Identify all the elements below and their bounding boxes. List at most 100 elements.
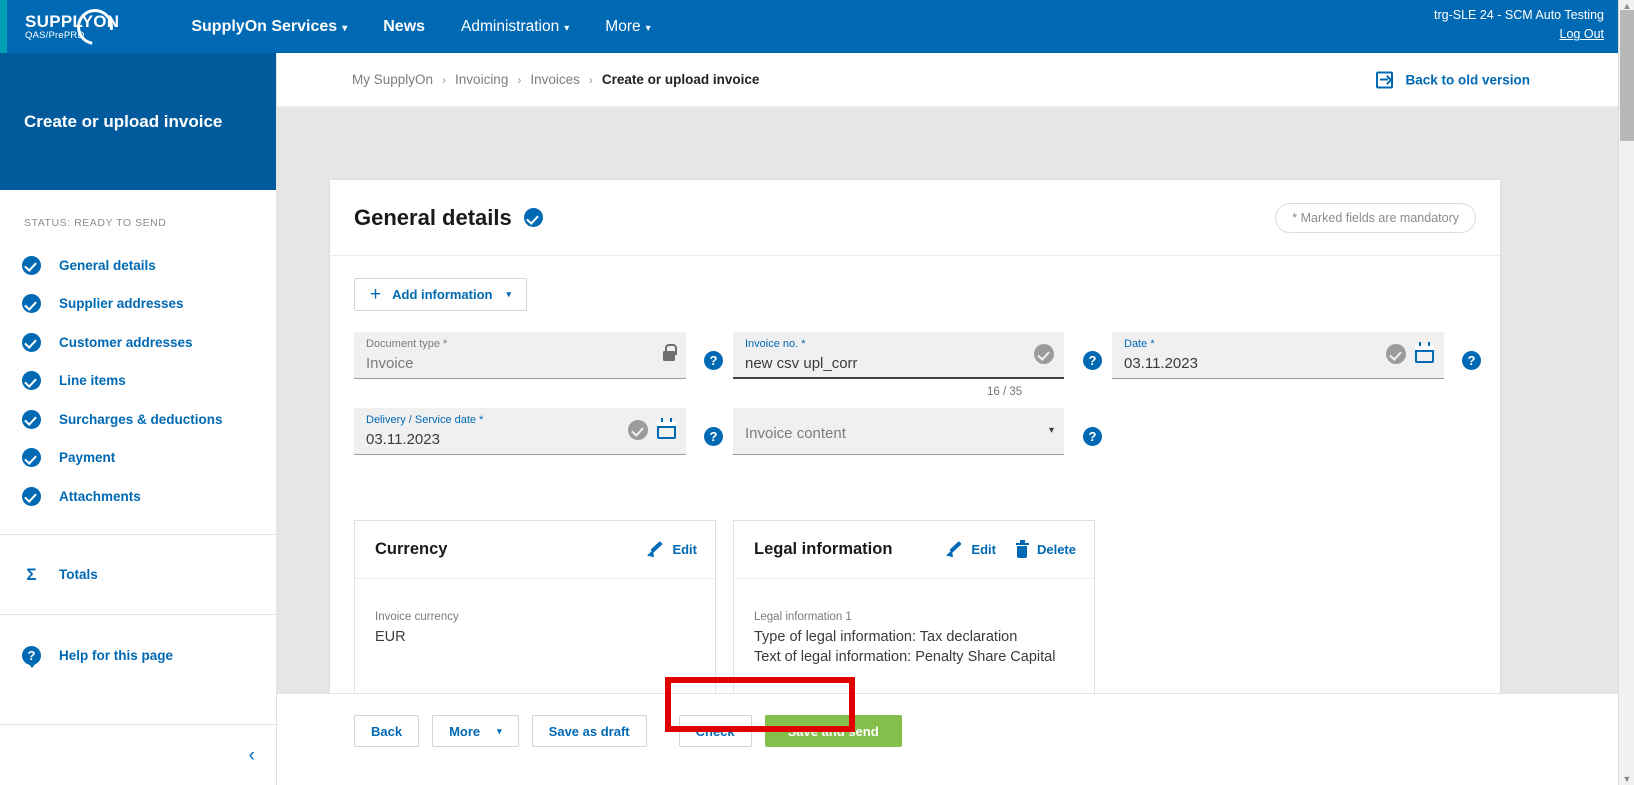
date-field[interactable]: Date * 03.11.2023	[1112, 332, 1444, 379]
check-circle-icon	[22, 409, 41, 429]
nav-label: Administration	[461, 17, 560, 35]
legal-card-header: Legal information Edit Delete	[734, 521, 1094, 579]
invoice-no-field[interactable]: Invoice no. * new csv upl_corr	[733, 332, 1064, 379]
legal-card-actions: Edit Delete	[947, 540, 1076, 558]
sidebar-item-label: Attachments	[59, 488, 141, 504]
nav-item-more[interactable]: More ▾	[587, 18, 668, 36]
sidebar-item-help[interactable]: ? Help for this page	[0, 636, 276, 675]
nav-item-supplyon-services[interactable]: SupplyOn Services ▾	[173, 18, 365, 36]
chevron-left-icon[interactable]: ‹	[249, 746, 255, 765]
breadcrumb-separator: ›	[442, 72, 447, 87]
sidebar-item-label: Surcharges & deductions	[59, 411, 223, 427]
sidebar-item-payment[interactable]: Payment	[0, 439, 276, 478]
nav-item-news[interactable]: News	[365, 18, 443, 36]
breadcrumb-item-invoices[interactable]: Invoices	[530, 72, 580, 87]
document-type-value: Invoice	[366, 355, 414, 372]
add-information-button[interactable]: + Add information ▾	[354, 278, 528, 311]
sidebar-collapse-row: ‹	[0, 730, 277, 785]
supplyon-logo[interactable]: SUPPLYON QAS/PrePRD	[25, 1, 121, 52]
invoice-no-char-counter: 16 / 35	[987, 386, 1023, 398]
help-icon-invoice-content[interactable]: ?	[1083, 427, 1102, 446]
nav-label: SupplyOn Services	[191, 17, 338, 35]
sidebar-help-group: ? Help for this page	[0, 615, 276, 675]
legal-edit-label: Edit	[971, 542, 996, 557]
plus-icon: +	[370, 284, 382, 305]
sidebar: Create or upload invoice STATUS: READY T…	[0, 53, 277, 785]
check-circle-icon	[22, 448, 41, 468]
legal-card-body: Legal information 1 Type of legal inform…	[734, 579, 1094, 667]
save-as-draft-button[interactable]: Save as draft	[531, 715, 647, 747]
back-to-old-version-link[interactable]: Back to old version	[1376, 71, 1530, 88]
pencil-icon	[648, 542, 664, 558]
help-icon-delivery-date[interactable]: ?	[704, 427, 723, 446]
legal-information-label: Legal information 1	[754, 611, 852, 623]
check-button[interactable]: Check	[678, 715, 752, 747]
valid-check-icon	[628, 420, 648, 440]
section-complete-check-icon	[523, 208, 543, 227]
vertical-scrollbar[interactable]: ▲ ▼	[1618, 0, 1634, 785]
legal-information-line1: Type of legal information: Tax declarati…	[754, 629, 1018, 645]
legal-delete-button[interactable]: Delete	[1015, 540, 1076, 558]
sidebar-item-customer-addresses[interactable]: Customer addresses	[0, 323, 276, 362]
sidebar-item-attachments[interactable]: Attachments	[0, 477, 276, 516]
scroll-down-arrow-icon[interactable]: ▼	[1619, 773, 1634, 785]
logout-link[interactable]: Log Out	[1434, 25, 1604, 44]
currency-edit-button[interactable]: Edit	[648, 542, 697, 558]
save-and-send-button[interactable]: Save and send	[764, 715, 902, 747]
help-icon-document-type[interactable]: ?	[704, 351, 723, 370]
breadcrumb-item-my-supplyon[interactable]: My SupplyOn	[352, 72, 433, 87]
trash-icon	[1015, 540, 1029, 558]
help-icon-date[interactable]: ?	[1462, 351, 1481, 370]
legal-card-title: Legal information	[754, 540, 893, 558]
mandatory-fields-note: * Marked fields are mandatory	[1275, 202, 1476, 233]
currency-card-actions: Edit	[648, 542, 697, 558]
sidebar-nav-list: General details Supplier addresses Custo…	[0, 229, 276, 516]
chevron-down-icon: ▾	[497, 725, 502, 736]
check-circle-icon	[22, 294, 41, 314]
delivery-service-date-field[interactable]: Delivery / Service date * 03.11.2023	[354, 408, 686, 455]
help-icon-invoice-no[interactable]: ?	[1083, 351, 1102, 370]
sidebar-title: Create or upload invoice	[0, 53, 276, 190]
nav-label: News	[383, 17, 426, 35]
top-nav-items: SupplyOn Services ▾ News Administration ▾ …	[173, 18, 668, 36]
sidebar-item-supplier-addresses[interactable]: Supplier addresses	[0, 285, 276, 324]
calendar-icon[interactable]	[1415, 342, 1434, 363]
sidebar-item-line-items[interactable]: Line items	[0, 362, 276, 401]
check-circle-icon	[22, 255, 41, 275]
back-to-old-version-label: Back to old version	[1405, 72, 1530, 87]
chevron-down-icon: ▾	[342, 22, 348, 34]
check-circle-icon	[22, 486, 41, 506]
check-label: Check	[695, 723, 735, 739]
more-button[interactable]: More ▾	[432, 715, 519, 747]
back-button[interactable]: Back	[354, 715, 420, 747]
sidebar-item-general-details[interactable]: General details	[0, 246, 276, 285]
sidebar-item-label: Totals	[59, 567, 98, 583]
question-icon: ?	[22, 645, 41, 668]
check-circle-icon	[22, 332, 41, 352]
card-header: General details * Marked fields are mand…	[330, 180, 1500, 256]
nav-item-administration[interactable]: Administration ▾	[443, 18, 587, 36]
breadcrumb-item-current: Create or upload invoice	[601, 72, 760, 87]
sidebar-item-label: General details	[59, 257, 156, 273]
invoice-currency-value: EUR	[375, 629, 406, 645]
legal-edit-button[interactable]: Edit	[947, 542, 996, 558]
invoice-content-select[interactable]: Invoice content ▾	[733, 408, 1064, 455]
scrollbar-thumb[interactable]	[1620, 10, 1634, 141]
sidebar-item-totals[interactable]: Σ Totals	[0, 556, 276, 595]
user-account-block: trg-SLE 24 - SCM Auto Testing Log Out	[1434, 6, 1604, 45]
sidebar-item-label: Help for this page	[59, 647, 174, 663]
add-information-label: Add information	[392, 287, 493, 302]
sidebar-item-surcharges-deductions[interactable]: Surcharges & deductions	[0, 400, 276, 439]
breadcrumb-separator: ›	[517, 72, 522, 87]
add-information-row: + Add information ▾	[330, 256, 1500, 311]
check-circle-icon	[22, 371, 41, 391]
form-row-2: Delivery / Service date * 03.11.2023 ? I…	[354, 408, 1484, 484]
document-type-label: Document type *	[366, 338, 448, 350]
calendar-icon[interactable]	[657, 418, 676, 439]
sidebar-item-label: Supplier addresses	[59, 296, 184, 312]
lock-icon	[661, 344, 677, 361]
breadcrumb-item-invoicing[interactable]: Invoicing	[455, 72, 508, 87]
nav-label: More	[605, 17, 641, 35]
sigma-icon: Σ	[26, 565, 37, 585]
more-label: More	[449, 723, 481, 739]
